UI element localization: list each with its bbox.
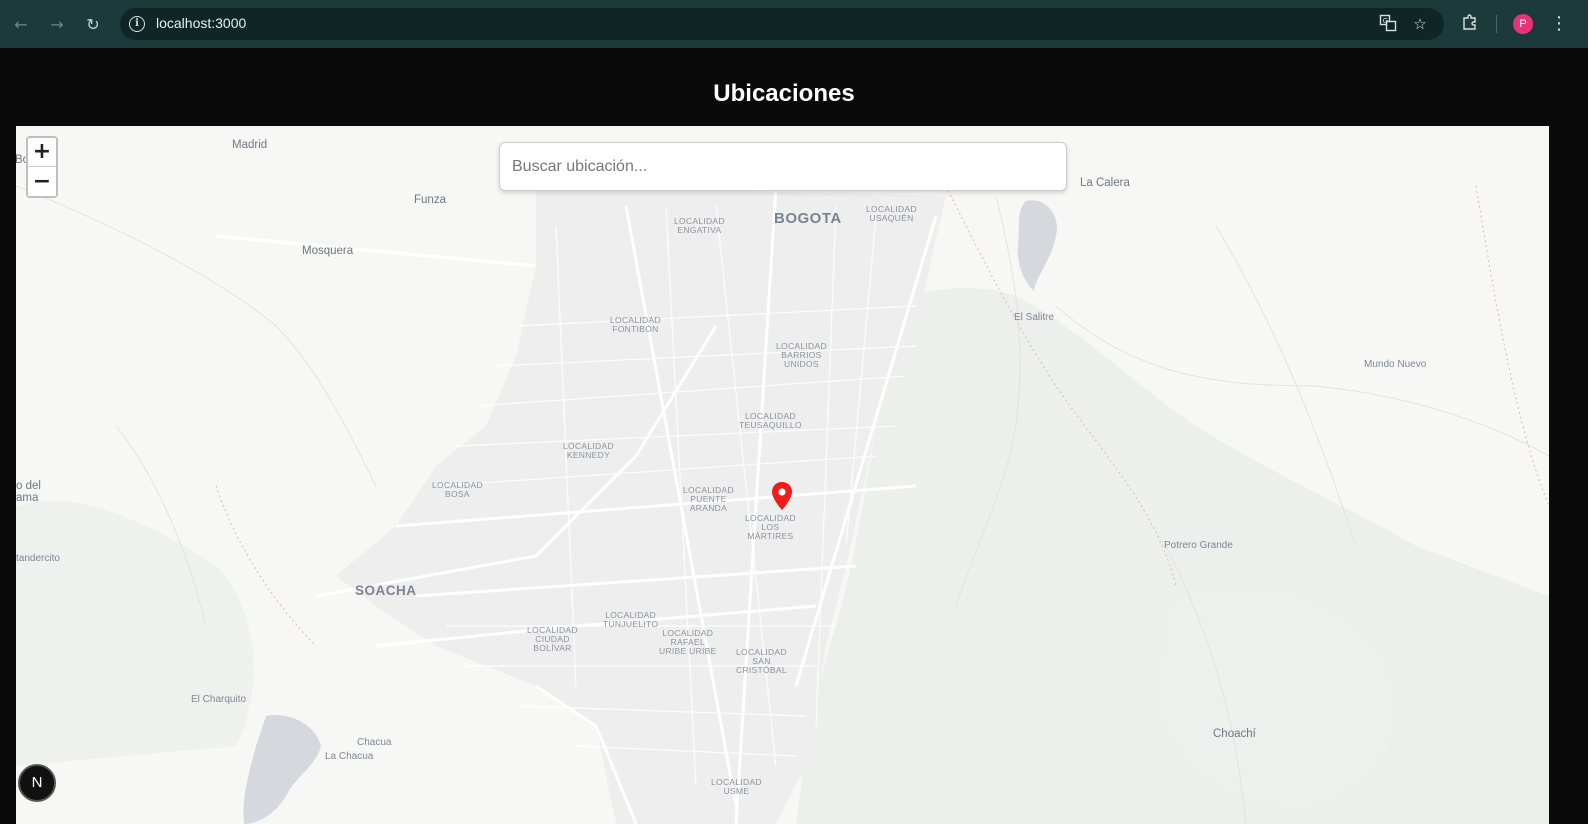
map-label-localidad-tunjuelito: LOCALIDAD TUNJUELITO	[603, 610, 659, 629]
search-box	[499, 142, 1067, 191]
map-label-localidad-teusaquillo: LOCALIDAD TEUSAQUILLO	[739, 411, 802, 430]
toolbar-divider	[1496, 15, 1497, 33]
map-label-localidad-puente-aranda: LOCALIDAD PUENTE ARANDA	[683, 485, 734, 513]
map-label-potrero-grande: Potrero Grande	[1164, 540, 1233, 551]
map-label-madrid: Madrid	[232, 139, 268, 151]
zoom-out-button[interactable]: −	[28, 167, 56, 196]
map-tiles[interactable]	[16, 126, 1549, 824]
address-bar[interactable]: i localhost:3000 G ☆	[120, 8, 1444, 40]
site-info-icon[interactable]: i	[129, 16, 145, 32]
map-container[interactable]: Madrid Funza Mosquera BOGOTA La Calera E…	[16, 126, 1549, 824]
map-label-el-salitre: El Salitre	[1014, 312, 1055, 323]
map-label-localidad-usaquen: LOCALIDAD USAQUÉN	[866, 204, 917, 223]
map-label-localidad-bosa: LOCALIDAD BOSA	[432, 480, 483, 499]
map-label-funza: Funza	[414, 194, 446, 206]
translate-icon[interactable]: G	[1378, 14, 1398, 34]
map-label-chacua: Chacua	[357, 737, 392, 748]
map-label-localidad-rafael-uribe: LOCALIDAD RAFAEL URIBE URIBE	[659, 628, 717, 656]
svg-text:G: G	[1383, 17, 1388, 25]
map-label-el-charquito: El Charquito	[191, 694, 247, 705]
scrollbar[interactable]	[1568, 48, 1588, 824]
location-pin-icon[interactable]	[771, 482, 793, 510]
map-label-choachi: Choachí	[1213, 728, 1256, 740]
reload-icon[interactable]: ↻	[82, 13, 104, 35]
map-label-la-calera: La Calera	[1080, 177, 1130, 189]
map-label-mundo-nuevo: Mundo Nuevo	[1364, 359, 1427, 370]
map-label-localidad-kennedy: LOCALIDAD KENNEDY	[563, 441, 614, 460]
url-text[interactable]: localhost:3000	[156, 15, 246, 31]
map-label-localidad-engativa: LOCALIDAD ENGATIVA	[674, 216, 725, 235]
page-body: Ubicaciones Madrid Funza Mosquera BOGOTA…	[0, 48, 1588, 824]
map-label-o-del: o del	[16, 480, 41, 492]
zoom-in-button[interactable]: +	[28, 138, 56, 167]
extensions-puzzle-icon[interactable]	[1459, 13, 1481, 35]
search-input[interactable]	[500, 143, 1066, 190]
map-label-localidad-san-cristobal: LOCALIDAD SAN CRISTÓBAL	[736, 647, 787, 675]
map-label-ama: ama	[16, 492, 39, 504]
map-label-localidad-usme: LOCALIDAD USME	[711, 777, 762, 796]
map-label-localidad-los-martires: LOCALIDAD LOS MÁRTIRES	[745, 513, 796, 541]
dev-tools-badge[interactable]: N	[18, 764, 56, 802]
zoom-control: + −	[26, 136, 58, 198]
map-label-la-chacua: La Chacua	[325, 751, 374, 762]
back-arrow-icon[interactable]: ←	[10, 13, 32, 35]
map-label-localidad-fontibon: LOCALIDAD FONTIBÓN	[610, 315, 661, 334]
forward-arrow-icon[interactable]: →	[46, 13, 68, 35]
map-label-localidad-barrios-unidos: LOCALIDAD BARRIOS UNIDOS	[776, 341, 827, 369]
map-label-localidad-ciudad-bolivar: LOCALIDAD CIUDAD BOLÍVAR	[527, 625, 578, 653]
bookmark-star-icon[interactable]: ☆	[1410, 14, 1430, 34]
map-label-bogota: BOGOTA	[774, 210, 842, 227]
map-label-soacha: SOACHA	[355, 583, 417, 598]
map-label-mosquera: Mosquera	[302, 245, 354, 257]
browser-toolbar: ← → ↻ i localhost:3000 G ☆ P ⋮	[0, 0, 1588, 48]
more-menu-icon[interactable]: ⋮	[1549, 12, 1569, 36]
map-label-tandercito: tandercito	[16, 553, 60, 564]
profile-avatar[interactable]: P	[1513, 14, 1533, 34]
page-title: Ubicaciones	[713, 80, 855, 107]
